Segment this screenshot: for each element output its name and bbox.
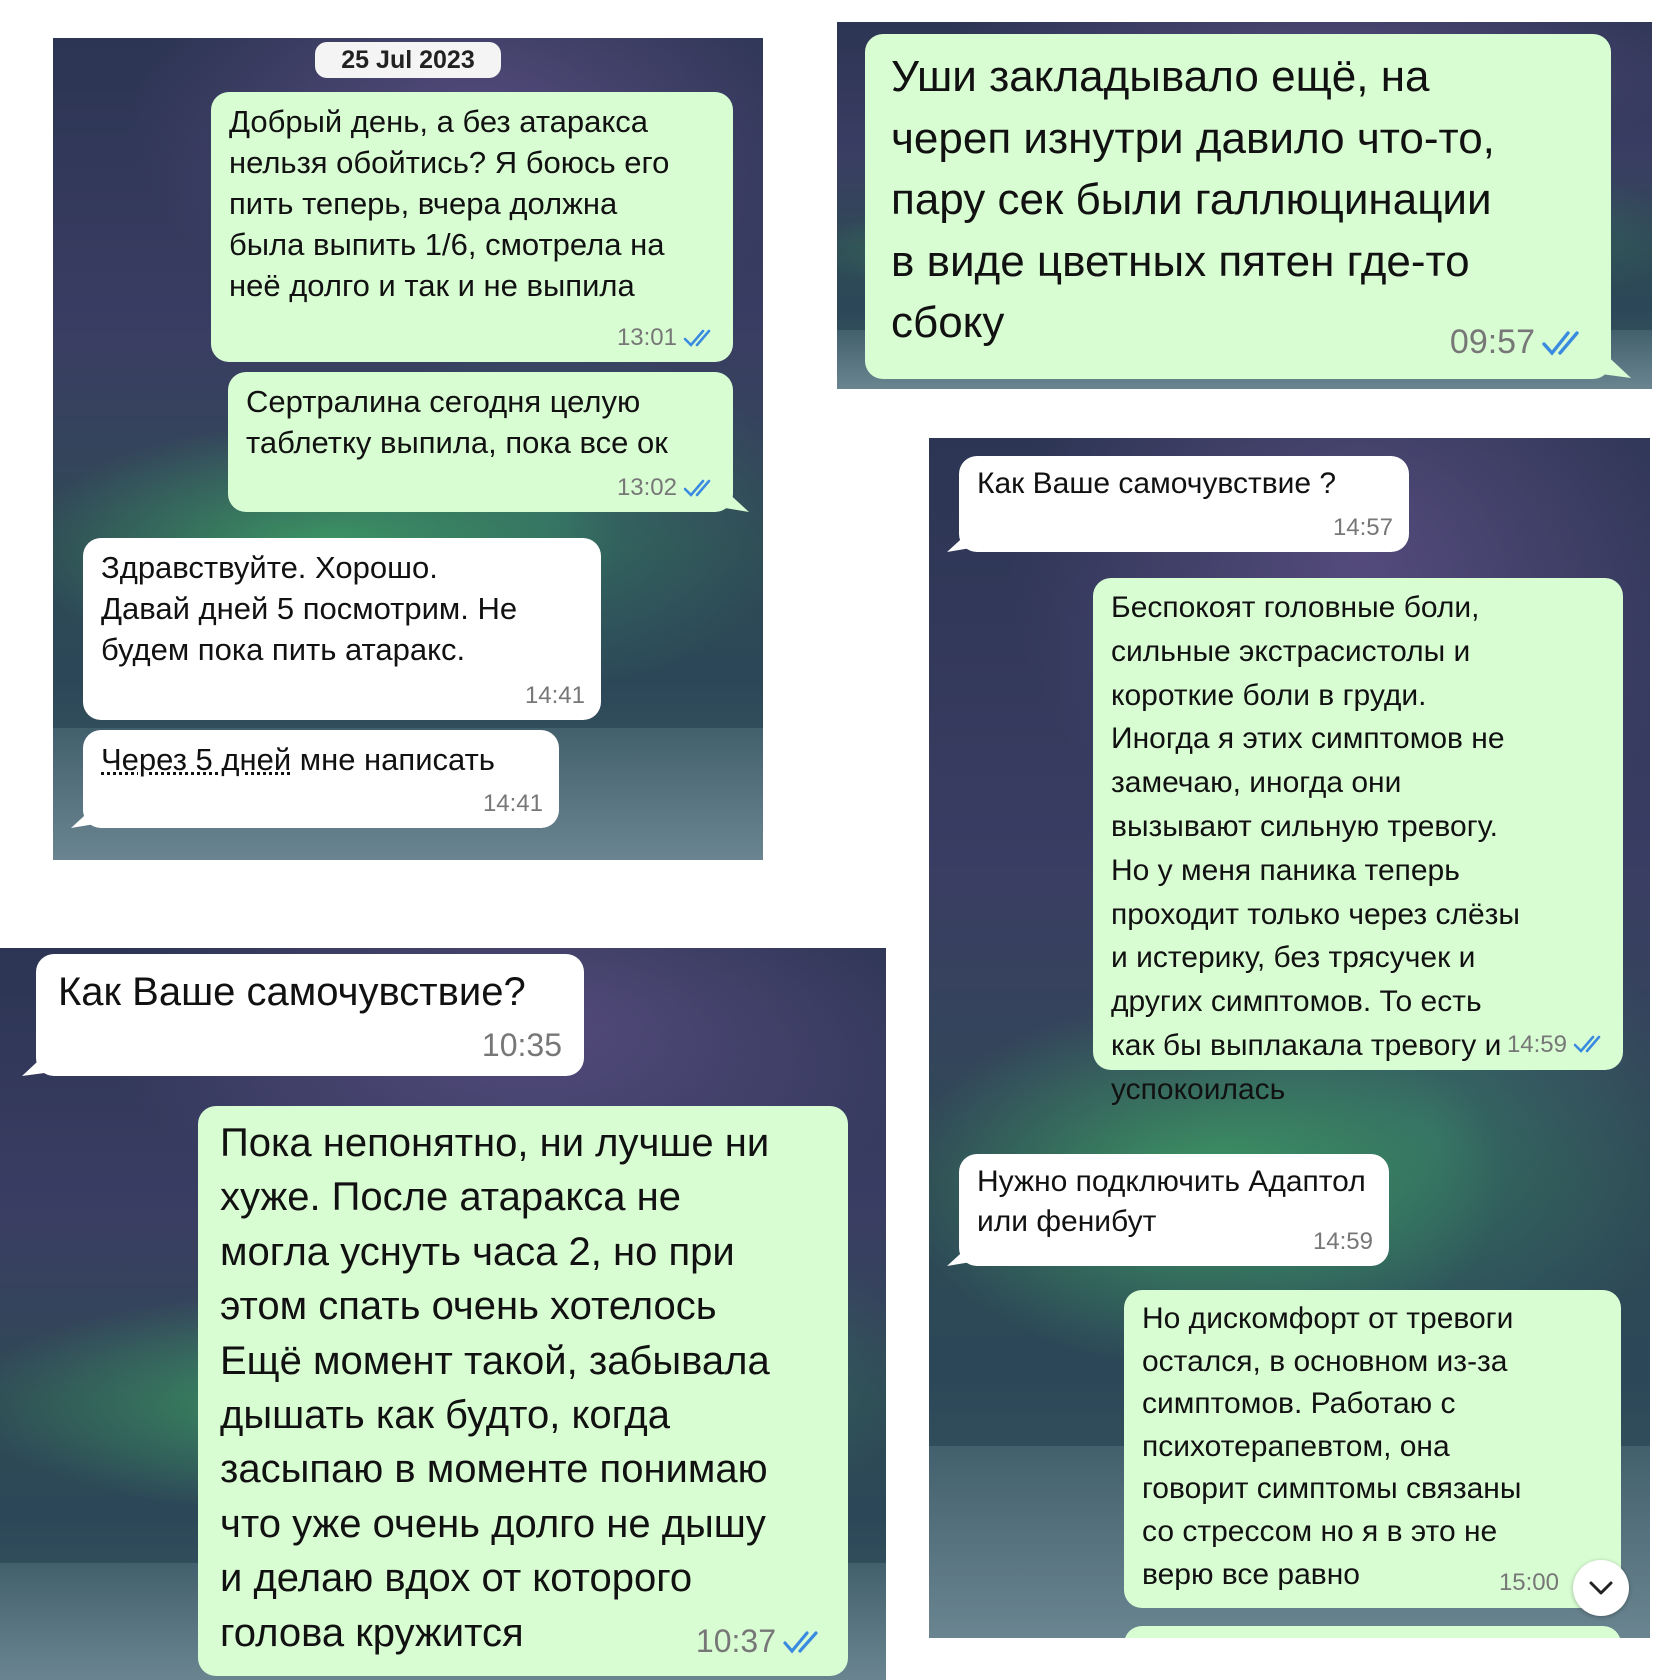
message-bubble-incoming[interactable]: Как Ваше самочувствие ? 14:57 <box>959 456 1409 552</box>
message-time: 10:37 <box>695 1623 776 1660</box>
read-receipt-icon <box>783 1631 818 1654</box>
message-bubble-incoming[interactable]: Нужно подключить Адаптол или фенибут 14:… <box>959 1154 1389 1266</box>
message-time: 14:57 <box>1332 514 1393 542</box>
message-text: Добрый день, а без атаракса нельзя обойт… <box>229 104 670 303</box>
date-chip: 25 Jul 2023 <box>315 42 501 78</box>
read-receipt-icon <box>683 329 711 348</box>
chat-panel-3: Как Ваше самочувствие? 10:35 Пока непоня… <box>0 948 886 1680</box>
read-receipt-icon <box>1573 1036 1601 1054</box>
message-text: Здравствуйте. Хорошо. Давай дней 5 посмо… <box>101 550 518 667</box>
chat-panel-2: Уши закладывало ещё, на череп изнутри да… <box>837 22 1652 389</box>
message-time: 14:59 <box>1312 1228 1373 1256</box>
chat-panel-4: Как Ваше самочувствие ? 14:57 Беспокоят … <box>929 438 1650 1638</box>
message-text: Как Ваше самочувствие? <box>58 970 526 1014</box>
chevron-down-icon <box>1589 1581 1613 1595</box>
message-time: 13:02 <box>616 474 677 502</box>
scroll-down-button[interactable] <box>1573 1560 1629 1616</box>
message-time: 15:00 <box>1498 1568 1559 1596</box>
message-bubble-outgoing[interactable]: Беспокоят головные боли, сильные экстрас… <box>1093 578 1623 1106</box>
message-bubble-incoming[interactable]: Здравствуйте. Хорошо. Давай дней 5 посмо… <box>83 538 601 720</box>
message-time: 09:57 <box>1449 323 1535 362</box>
message-time: 14:41 <box>524 682 585 710</box>
message-bubble-outgoing[interactable]: Пока непонятно, ни лучше ни хуже. После … <box>198 1106 848 1676</box>
message-text: Как Ваше самочувствие ? <box>977 467 1337 500</box>
message-time: 13:01 <box>616 324 677 352</box>
message-bubble-outgoing[interactable]: Сертралина сегодня целую таблетку выпила… <box>228 372 733 512</box>
message-text-rest: мне написать <box>291 742 495 777</box>
message-bubble-outgoing[interactable]: Добрый день, а без атаракса нельзя обойт… <box>211 92 733 362</box>
message-text: Уши закладывало ещё, на череп изнутри да… <box>891 52 1495 348</box>
message-bubble-incoming[interactable]: Через 5 дней мне написать 14:41 <box>83 730 559 828</box>
read-receipt-icon <box>1542 331 1579 356</box>
message-bubble-outgoing[interactable]: Но дискомфорт от тревоги остался, в осно… <box>1124 1290 1621 1608</box>
message-time: 14:59 <box>1506 1030 1567 1058</box>
message-text: Через 5 дней мне написать <box>101 740 543 781</box>
message-time: 14:41 <box>482 790 543 818</box>
chat-panel-1: 25 Jul 2023 Добрый день, а без атаракса … <box>53 38 763 860</box>
message-text: Сертралина сегодня целую таблетку выпила… <box>246 384 668 460</box>
message-text: Но дискомфорт от тревоги остался, в осно… <box>1142 1302 1522 1591</box>
message-bubble-outgoing[interactable]: Уши закладывало ещё, на череп изнутри да… <box>865 34 1611 379</box>
message-bubble-incoming[interactable]: Как Ваше самочувствие? 10:35 <box>36 954 584 1076</box>
message-bubble-outgoing-partial <box>1124 1626 1621 1638</box>
message-text: Пока непонятно, ни лучше ни хуже. После … <box>220 1121 770 1655</box>
date-link[interactable]: Через 5 дней <box>101 742 291 777</box>
message-time: 10:35 <box>481 1026 562 1063</box>
read-receipt-icon <box>683 479 711 498</box>
